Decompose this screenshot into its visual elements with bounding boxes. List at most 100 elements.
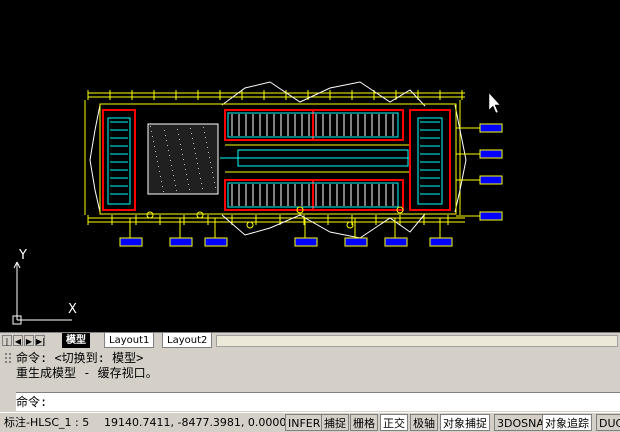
tab-model[interactable]: 模型 [62, 333, 90, 348]
tag-box [479, 123, 503, 133]
cursor-arrow-icon [488, 92, 501, 114]
texture-dot [163, 191, 164, 192]
texture-dot [178, 134, 179, 135]
coordinate-readout: 19140.7411, -8477.3981, 0.0000 [104, 416, 287, 429]
texture-dot [168, 150, 169, 151]
texture-dot [159, 171, 160, 172]
tag-box [119, 237, 143, 247]
outline-roof [221, 81, 426, 107]
horizontal-scrollbar[interactable] [216, 335, 618, 347]
tag-box [479, 175, 503, 185]
ucs-x-label: X [68, 302, 77, 317]
tag-box [344, 237, 368, 247]
tag-box [204, 237, 228, 247]
grip-icon[interactable] [4, 351, 14, 409]
marker-circle [146, 211, 154, 219]
texture-dot [192, 138, 193, 139]
tag-box [294, 237, 318, 247]
texture-dot [206, 142, 207, 143]
left-room-furniture [107, 117, 131, 205]
texture-dot [193, 143, 194, 144]
annotation-scale-label[interactable]: 标注-HLSC_1 : 5 [4, 413, 89, 432]
tab-layout1[interactable]: Layout1 [104, 333, 155, 348]
texture-dot [211, 167, 212, 168]
texture-dot [166, 140, 167, 141]
texture-dot [202, 188, 203, 189]
texture-dot [204, 132, 205, 133]
texture-dot [198, 168, 199, 169]
texture-dot [169, 155, 170, 156]
texture-dot [205, 137, 206, 138]
texture-dot [214, 182, 215, 183]
texture-dot [164, 130, 165, 131]
texture-dot [158, 166, 159, 167]
texture-dot [167, 145, 168, 146]
texture-dot [162, 186, 163, 187]
texture-dot [201, 183, 202, 184]
texture-dot [180, 144, 181, 145]
nav-next-button[interactable]: ▶ [24, 335, 34, 346]
command-window: 命令: <切换到: 模型> 重生成模型 - 缓存视口。 命令: [0, 349, 620, 411]
texture-dot [165, 135, 166, 136]
texture-dot [189, 189, 190, 190]
polar-toggle[interactable]: 极轴 [410, 414, 438, 431]
nav-prev-button[interactable]: ◀ [13, 335, 23, 346]
texture-dot [215, 187, 216, 188]
osnap-toggle[interactable]: 对象捕捉 [440, 414, 490, 431]
texture-dot [187, 179, 188, 180]
texture-dot [212, 172, 213, 173]
texture-dot [207, 147, 208, 148]
texture-dot [184, 164, 185, 165]
floor-plan-drawing [12, 81, 503, 325]
texture-dot [213, 177, 214, 178]
texture-dot [203, 127, 204, 128]
tab-layout2[interactable]: Layout2 [162, 333, 213, 348]
texture-dot [186, 174, 187, 175]
grid-toggle[interactable]: 栅格 [350, 414, 378, 431]
texture-dot [155, 151, 156, 152]
texture-dot [195, 153, 196, 154]
texture-dot [160, 176, 161, 177]
nav-first-button[interactable]: |◀ [2, 335, 12, 357]
texture-dot [176, 190, 177, 191]
marker-circle [246, 221, 254, 229]
nav-last-button[interactable]: ▶| [35, 335, 45, 346]
texture-dot [190, 128, 191, 129]
ducs-toggle[interactable]: DUCS [596, 414, 620, 431]
texture-dot [200, 178, 201, 179]
texture-dot [199, 173, 200, 174]
otrack-toggle[interactable]: 对象追踪 [542, 414, 592, 431]
command-history-line: 命令: <切换到: 模型> [16, 351, 144, 365]
tag-box [429, 237, 453, 247]
texture-dot [191, 133, 192, 134]
texture-dot [188, 184, 189, 185]
tag-box [384, 237, 408, 247]
texture-dot [172, 170, 173, 171]
texture-dot [153, 141, 154, 142]
texture-dot [196, 158, 197, 159]
texture-dot [173, 175, 174, 176]
snap-toggle[interactable]: 捕捉 [321, 414, 349, 431]
texture-dot [179, 139, 180, 140]
texture-dot [197, 163, 198, 164]
texture-dot [174, 180, 175, 181]
texture-dot [185, 169, 186, 170]
infer-toggle[interactable]: INFER [285, 414, 324, 431]
texture-dot [194, 148, 195, 149]
texture-dot [171, 165, 172, 166]
outline-edge [89, 104, 101, 213]
tag-box [169, 237, 193, 247]
command-input[interactable]: 命令: [16, 392, 620, 411]
marker-circle [196, 211, 204, 219]
command-history: 命令: <切换到: 模型> 重生成模型 - 缓存视口。 [16, 351, 620, 389]
texture-dot [208, 152, 209, 153]
texture-dot [175, 185, 176, 186]
layout-tab-bar: |◀ ◀ ▶ ▶| 模型 Layout1 Layout2 [0, 332, 620, 357]
drawing-canvas[interactable]: Y X [0, 0, 620, 332]
texture-dot [156, 156, 157, 157]
right-room-wall [409, 109, 451, 211]
texture-dot [182, 154, 183, 155]
texture-dot [177, 129, 178, 130]
tag-box [479, 149, 503, 159]
ortho-toggle[interactable]: 正交 [380, 414, 408, 431]
